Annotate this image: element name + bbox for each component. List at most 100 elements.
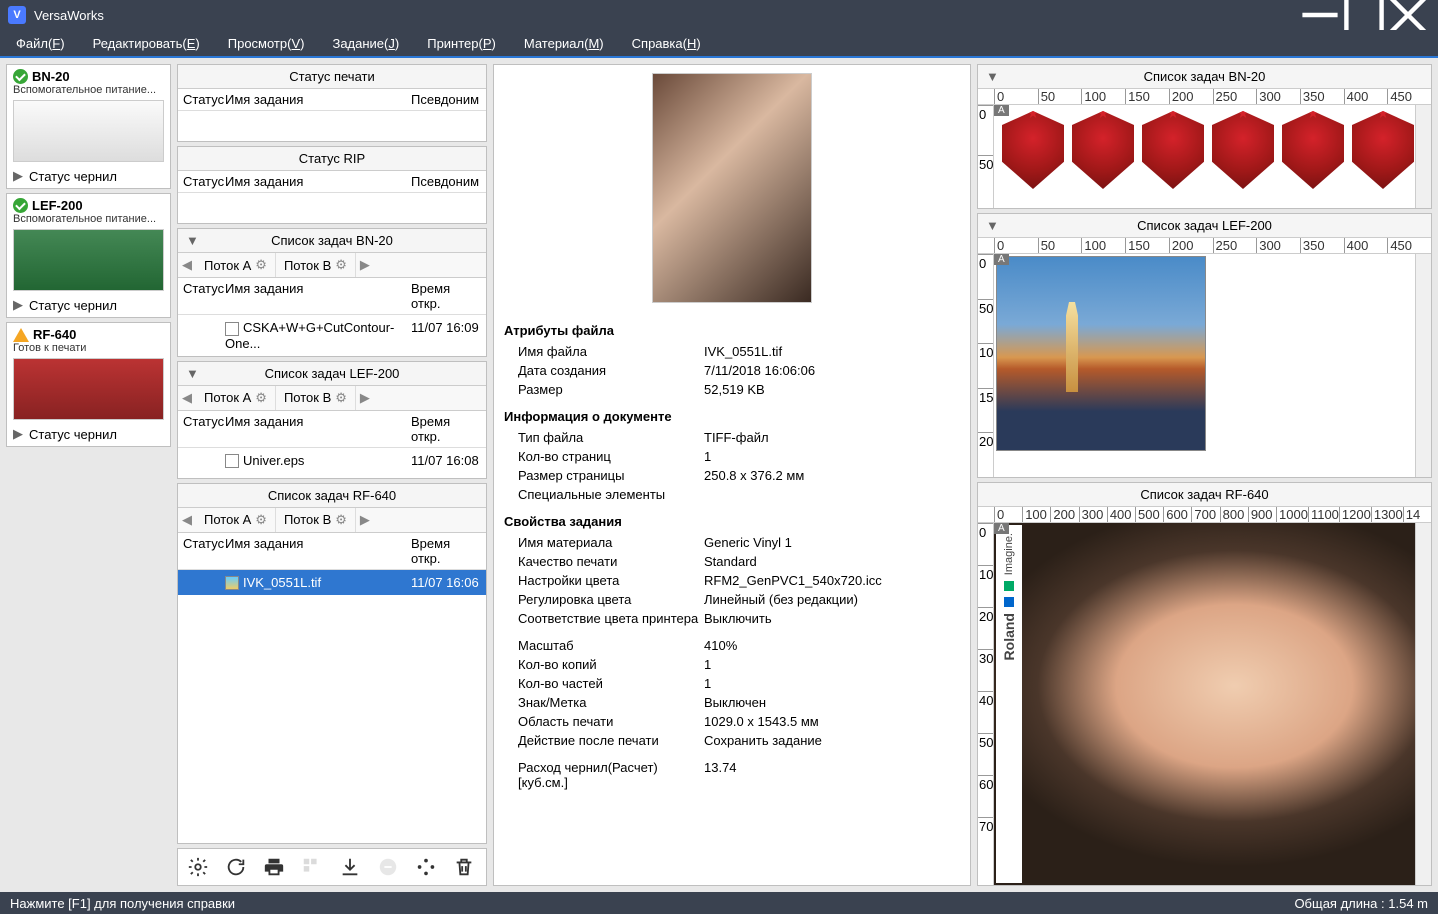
menu-help[interactable]: Справка(H) (632, 36, 701, 51)
table-header: СтатусИмя заданияПсевдоним (178, 171, 486, 193)
print-status-panel: Статус печати СтатусИмя заданияПсевдоним (177, 64, 487, 142)
printer-sub: Готов к печати (13, 342, 164, 354)
job-row[interactable]: IVK_0551L.tif11/07 16:06 (178, 570, 486, 596)
panel-header[interactable]: ▼Список задач LEF-200 (978, 214, 1431, 238)
tab-prev-button[interactable]: ◀ (178, 253, 196, 277)
layout-content (1002, 111, 1414, 189)
media-tag: A (994, 523, 1009, 534)
layout-canvas[interactable]: A (994, 105, 1431, 208)
layout-panel-lef200: ▼Список задач LEF-200 050100150200250300… (977, 213, 1432, 478)
chevron-down-icon: ▼ (186, 366, 199, 381)
panel-header[interactable]: Список задач RF-640 (178, 484, 486, 508)
panel-header[interactable]: ▼Список задач BN-20 (978, 65, 1431, 89)
delete-button[interactable] (452, 855, 476, 879)
refresh-button[interactable] (224, 855, 248, 879)
menu-bar: Файл(F) Редактировать(E) Просмотр(V) Зад… (0, 30, 1438, 58)
scrollbar-vertical[interactable] (1415, 254, 1431, 477)
tab-stream-a[interactable]: Поток A⚙ (196, 386, 276, 410)
queues-column: Статус печати СтатусИмя заданияПсевдоним… (177, 64, 487, 886)
app-logo-icon: V (8, 6, 26, 24)
menu-view[interactable]: Просмотр(V) (228, 36, 305, 51)
queue-panel-rf640: Список задач RF-640 ◀ Поток A⚙ Поток B⚙ … (177, 483, 487, 844)
print-button[interactable] (262, 855, 286, 879)
ink-status-row[interactable]: ▶Статус чернил (13, 166, 164, 184)
tab-next-button[interactable]: ▶ (356, 508, 374, 532)
ruler-vertical: 050100150200 (978, 254, 994, 477)
gear-icon[interactable]: ⚙ (255, 390, 267, 406)
preview-thumbnail (652, 73, 812, 303)
tab-prev-button[interactable]: ◀ (178, 386, 196, 410)
ruler-horizontal: 050100150200250300350400450 (978, 89, 1431, 105)
scrollbar-vertical[interactable] (1415, 105, 1431, 208)
printer-card-rf640[interactable]: RF-640 Готов к печати ▶Статус чернил (6, 322, 171, 447)
tab-next-button[interactable]: ▶ (356, 253, 374, 277)
tab-stream-a[interactable]: Поток A⚙ (196, 253, 276, 277)
printer-name: BN-20 (32, 69, 70, 84)
menu-edit[interactable]: Редактировать(E) (93, 36, 200, 51)
section-header: Атрибуты файла (504, 323, 960, 338)
table-header: СтатусИмя заданияВремя откр. (178, 278, 486, 315)
status-ok-icon (13, 69, 28, 84)
printer-image (13, 229, 164, 291)
printer-name: RF-640 (33, 327, 76, 342)
file-icon (225, 322, 239, 336)
scrollbar-vertical[interactable] (1415, 523, 1431, 885)
file-icon (225, 454, 239, 468)
tab-stream-a[interactable]: Поток A⚙ (196, 508, 276, 532)
media-tag: A (994, 254, 1009, 265)
menu-material[interactable]: Материал(M) (524, 36, 604, 51)
menu-file[interactable]: Файл(F) (16, 36, 65, 51)
panel-header[interactable]: Список задач RF-640 (978, 483, 1431, 507)
tab-stream-b[interactable]: Поток B⚙ (276, 386, 356, 410)
printer-card-lef200[interactable]: LEF-200 Вспомогательное питание... ▶Стат… (6, 193, 171, 318)
panel-header[interactable]: ▼Список задач BN-20 (178, 229, 486, 253)
close-button[interactable] (1386, 0, 1430, 30)
ruler-horizontal: 050100150200250300350400450 (978, 238, 1431, 254)
gear-icon[interactable]: ⚙ (335, 257, 347, 273)
queue-tabs: ◀ Поток A⚙ Поток B⚙ ▶ (178, 253, 486, 278)
layout-canvas[interactable]: A Imagine. Roland (994, 523, 1431, 885)
section-header: Информация о документе (504, 409, 960, 424)
job-row[interactable]: Univer.eps11/07 16:08 (178, 448, 486, 474)
queue-toolbar (177, 848, 487, 886)
layout-panel-rf640: Список задач RF-640 01002003004005006007… (977, 482, 1432, 886)
rip-button[interactable] (414, 855, 438, 879)
layout-content: Imagine. Roland (994, 523, 1431, 885)
ink-status-row[interactable]: ▶Статус чернил (13, 424, 164, 442)
tab-prev-button[interactable]: ◀ (178, 508, 196, 532)
tab-next-button[interactable]: ▶ (356, 386, 374, 410)
ruler-vertical: 0100200300400500600700 (978, 523, 994, 885)
printer-card-bn20[interactable]: BN-20 Вспомогательное питание... ▶Статус… (6, 64, 171, 189)
tab-stream-b[interactable]: Поток B⚙ (276, 253, 356, 277)
status-warn-icon (13, 328, 29, 342)
gear-icon[interactable]: ⚙ (335, 390, 347, 406)
panel-header[interactable]: ▼Список задач LEF-200 (178, 362, 486, 386)
menu-job[interactable]: Задание(J) (332, 36, 399, 51)
section-header: Свойства задания (504, 514, 960, 529)
chevron-down-icon: ▼ (186, 233, 199, 248)
printer-sub: Вспомогательное питание... (13, 213, 164, 225)
menu-printer[interactable]: Принтер(P) (427, 36, 496, 51)
download-button[interactable] (338, 855, 362, 879)
queue-tabs: ◀ Поток A⚙ Поток B⚙ ▶ (178, 508, 486, 533)
status-total-length: Общая длина : 1.54 m (1294, 896, 1428, 911)
ink-status-row[interactable]: ▶Статус чернил (13, 295, 164, 313)
nest-button[interactable] (300, 855, 324, 879)
workspace: BN-20 Вспомогательное питание... ▶Статус… (0, 58, 1438, 892)
gear-icon[interactable]: ⚙ (335, 512, 347, 528)
gear-icon[interactable]: ⚙ (255, 257, 267, 273)
tab-stream-b[interactable]: Поток B⚙ (276, 508, 356, 532)
layout-canvas[interactable]: A (994, 254, 1431, 477)
minimize-button[interactable] (1298, 0, 1342, 30)
gear-icon[interactable]: ⚙ (255, 512, 267, 528)
job-row[interactable]: CSKA+W+G+CutContour-One...11/07 16:09 (178, 315, 486, 356)
expand-icon: ▶ (13, 426, 23, 442)
layout-content (996, 256, 1206, 451)
chevron-down-icon: ▼ (986, 218, 999, 233)
details-panel: Атрибуты файла Имя файлаIVK_0551L.tif Да… (493, 64, 971, 886)
maximize-button[interactable] (1342, 0, 1386, 30)
settings-button[interactable] (186, 855, 210, 879)
queue-panel-bn20: ▼Список задач BN-20 ◀ Поток A⚙ Поток B⚙ … (177, 228, 487, 357)
printer-image (13, 100, 164, 162)
stop-button[interactable] (376, 855, 400, 879)
